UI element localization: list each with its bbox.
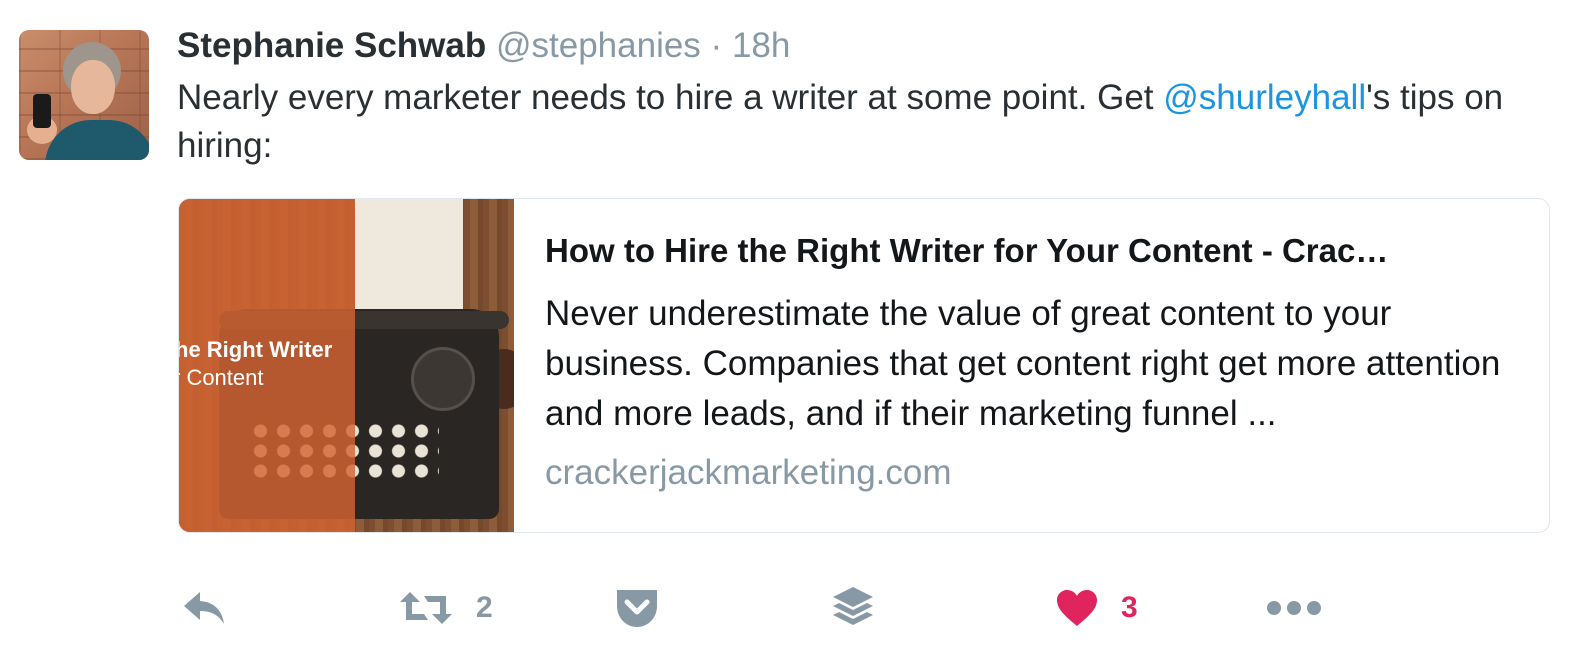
card-description: Never underestimate the value of great c… — [545, 294, 1501, 433]
card-image-paper — [355, 199, 463, 319]
card-image-text-line1: he Right Writer — [179, 337, 333, 362]
retweet-count: 2 — [476, 591, 493, 624]
tweet-text: Nearly every marketer needs to hire a wr… — [177, 74, 1547, 170]
link-card[interactable]: he Right Writer r Content How to Hire th… — [178, 198, 1550, 533]
card-image-text-line2: r Content — [179, 365, 264, 390]
buffer-icon — [833, 587, 873, 625]
mention-link[interactable]: @shurleyhall — [1163, 78, 1366, 117]
avatar-phone — [33, 94, 51, 128]
card-domain[interactable]: crackerjackmarketing.com — [545, 451, 952, 495]
buffer-button[interactable] — [830, 580, 876, 636]
retweet-button[interactable]: 2 — [398, 580, 493, 636]
pocket-icon — [617, 590, 657, 627]
tweet-timestamp[interactable]: 18h — [732, 26, 790, 65]
avatar[interactable] — [19, 30, 149, 160]
card-image-spool — [411, 347, 475, 411]
like-button[interactable]: 3 — [1055, 580, 1138, 636]
card-title[interactable]: How to Hire the Right Writer for Your Co… — [545, 229, 1525, 273]
tweet-text-before: Nearly every marketer needs to hire a wr… — [177, 78, 1164, 117]
like-count: 3 — [1121, 591, 1138, 624]
reply-button[interactable] — [180, 580, 228, 636]
tweet-actions: 2 3 — [0, 580, 1588, 640]
author-handle[interactable]: @stephanies — [496, 26, 701, 65]
author-name[interactable]: Stephanie Schwab — [177, 26, 486, 65]
avatar-face — [71, 60, 115, 114]
retweet-icon — [400, 592, 452, 624]
reply-icon — [184, 592, 224, 624]
card-image[interactable]: he Right Writer r Content — [179, 199, 514, 532]
pocket-button[interactable] — [614, 580, 660, 636]
more-icon — [1267, 601, 1321, 615]
tweet-header: Stephanie Schwab @stephanies · 18h — [177, 22, 790, 70]
avatar-body — [45, 120, 149, 160]
more-button[interactable] — [1266, 580, 1322, 636]
header-separator: · — [710, 26, 723, 65]
heart-icon — [1057, 590, 1097, 626]
